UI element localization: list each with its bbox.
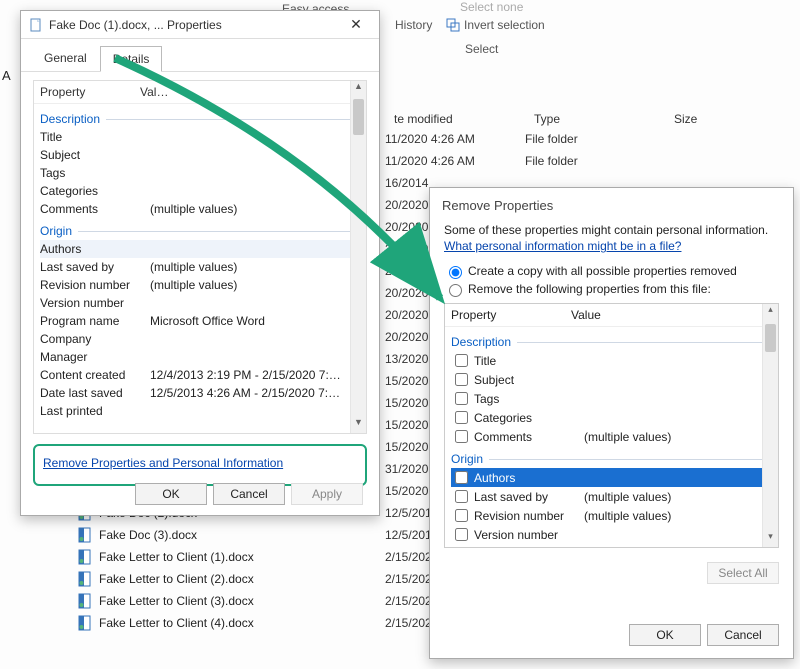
prop-checkbox[interactable]	[455, 354, 468, 367]
ok-button[interactable]: OK	[135, 483, 207, 505]
file-date: 11/2020 4:26 AM	[385, 154, 525, 168]
properties-dialog: Fake Doc (1).docx, ... Properties ✕ Gene…	[20, 10, 380, 516]
radio-remove-from-file[interactable]: Remove the following properties from thi…	[444, 281, 779, 297]
prop-row[interactable]: Manager	[40, 348, 360, 366]
prop-row[interactable]: Comments(multiple values)	[40, 200, 360, 218]
select-group-label: Select	[465, 42, 498, 56]
remove-properties-link[interactable]: Remove Properties and Personal Informati…	[43, 456, 283, 470]
rm-section-description: Description	[451, 329, 772, 351]
rm-row[interactable]: Tags	[451, 389, 772, 408]
prop-row[interactable]: Content created12/4/2013 2:19 PM - 2/15/…	[40, 366, 360, 384]
rm-row[interactable]: Revision number(multiple values)	[451, 506, 772, 525]
dialog-titlebar: Fake Doc (1).docx, ... Properties ✕	[21, 11, 379, 39]
rm-col-property: Property	[451, 308, 571, 322]
rm-ok-button[interactable]: OK	[629, 624, 701, 646]
apply-button[interactable]: Apply	[291, 483, 363, 505]
radio-create-copy-input[interactable]	[449, 266, 462, 279]
tab-general[interactable]: General	[31, 45, 100, 71]
prop-row[interactable]: Version number	[40, 294, 360, 312]
select-all-button[interactable]: Select All	[707, 562, 779, 584]
remove-dialog-message: Some of these properties might contain p…	[444, 223, 779, 237]
file-name: Fake Letter to Client (4).docx	[99, 616, 254, 630]
file-name: Fake Doc (3).docx	[99, 528, 197, 542]
document-icon	[29, 18, 43, 32]
scroll-up-arrow[interactable]: ▲	[351, 81, 366, 97]
file-type: File folder	[525, 132, 665, 146]
rm-section-origin: Origin	[451, 446, 772, 468]
word-file-icon	[77, 615, 93, 631]
prop-row[interactable]: Company	[40, 330, 360, 348]
properties-sheet: Property Val… DescriptionTitleSubjectTag…	[33, 80, 367, 434]
prop-row[interactable]: Program nameMicrosoft Office Word	[40, 312, 360, 330]
prop-checkbox[interactable]	[455, 430, 468, 443]
invert-selection-icon	[446, 18, 460, 32]
radio-remove-from-file-input[interactable]	[449, 284, 462, 297]
scroll-down-arrow[interactable]: ▼	[351, 417, 366, 433]
rm-row[interactable]: Version number	[451, 525, 772, 544]
prop-checkbox[interactable]	[455, 547, 468, 548]
prop-row[interactable]: Revision number(multiple values)	[40, 276, 360, 294]
scrollbar[interactable]: ▲ ▼	[350, 81, 366, 433]
history-button[interactable]: History	[395, 18, 432, 32]
prop-row[interactable]: Tags	[40, 164, 360, 182]
select-none-button[interactable]: Select none	[460, 0, 523, 14]
word-file-icon	[77, 571, 93, 587]
what-info-link[interactable]: What personal information might be in a …	[444, 239, 681, 253]
remove-link-box: Remove Properties and Personal Informati…	[33, 444, 367, 486]
prop-row[interactable]: Categories	[40, 182, 360, 200]
prop-checkbox[interactable]	[455, 528, 468, 541]
prop-checkbox[interactable]	[455, 509, 468, 522]
word-file-icon	[77, 549, 93, 565]
rm-row[interactable]: Categories	[451, 408, 772, 427]
rm-scroll-down-arrow[interactable]: ▾	[763, 531, 778, 547]
prop-row[interactable]: Last saved by(multiple values)	[40, 258, 360, 276]
word-file-icon	[77, 527, 93, 543]
section-description: Description	[40, 106, 360, 128]
prop-checkbox[interactable]	[455, 392, 468, 405]
tab-strip: General Details	[21, 39, 379, 72]
prop-checkbox[interactable]	[455, 490, 468, 503]
prop-row[interactable]: Subject	[40, 146, 360, 164]
invert-selection-button[interactable]: Invert selection	[446, 18, 545, 32]
remove-properties-sheet: Property Value DescriptionTitleSubjectTa…	[444, 303, 779, 548]
rm-row[interactable]: Program nameMicrosoft Office Word	[451, 544, 772, 548]
rm-scrollbar[interactable]: ▴ ▾	[762, 304, 778, 547]
rm-cancel-button[interactable]: Cancel	[707, 624, 779, 646]
file-name: Fake Letter to Client (2).docx	[99, 572, 254, 586]
col-value: Val…	[140, 85, 168, 99]
prop-row[interactable]: Title	[40, 128, 360, 146]
file-type: File folder	[525, 154, 665, 168]
rm-row-authors[interactable]: Authors	[451, 468, 772, 487]
prop-checkbox[interactable]	[455, 411, 468, 424]
cancel-button[interactable]: Cancel	[213, 483, 285, 505]
rm-scroll-up-arrow[interactable]: ▴	[763, 304, 778, 320]
rm-row[interactable]: Last saved by(multiple values)	[451, 487, 772, 506]
prop-checkbox[interactable]	[455, 471, 468, 484]
remove-dialog-title: Remove Properties	[430, 188, 793, 217]
scroll-thumb[interactable]	[353, 99, 364, 135]
col-property: Property	[40, 85, 140, 99]
rm-row[interactable]: Subject	[451, 370, 772, 389]
left-panel-cut: A	[2, 68, 11, 83]
file-date: 11/2020 4:26 AM	[385, 132, 525, 146]
file-name: Fake Letter to Client (3).docx	[99, 594, 254, 608]
radio-create-copy[interactable]: Create a copy with all possible properti…	[444, 263, 779, 279]
prop-row-authors[interactable]: Authors	[40, 240, 360, 258]
section-origin: Origin	[40, 218, 360, 240]
prop-row[interactable]: Date last saved12/5/2013 4:26 AM - 2/15/…	[40, 384, 360, 402]
file-name: Fake Letter to Client (1).docx	[99, 550, 254, 564]
prop-checkbox[interactable]	[455, 373, 468, 386]
tab-details[interactable]: Details	[100, 46, 163, 72]
word-file-icon	[77, 593, 93, 609]
rm-row[interactable]: Title	[451, 351, 772, 370]
remove-properties-dialog: Remove Properties Some of these properti…	[429, 187, 794, 659]
rm-row[interactable]: Comments(multiple values)	[451, 427, 772, 446]
dialog-title: Fake Doc (1).docx, ... Properties	[49, 18, 341, 32]
rm-col-value: Value	[571, 308, 601, 322]
prop-row[interactable]: Last printed	[40, 402, 360, 420]
rm-scroll-thumb[interactable]	[765, 324, 776, 352]
close-button[interactable]: ✕	[341, 16, 371, 33]
